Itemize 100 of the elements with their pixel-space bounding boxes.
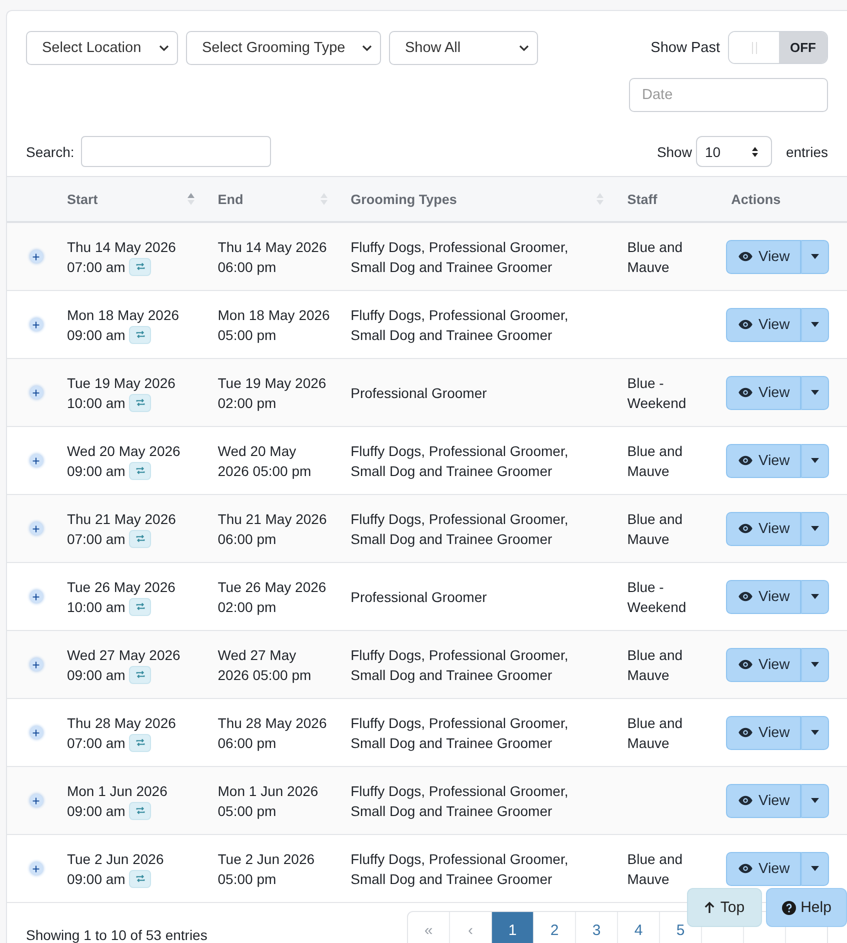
date-field[interactable]: Date [629,78,828,112]
page-link[interactable]: 3 [592,922,601,938]
dropdown[interactable]: Select Grooming Type [186,31,381,65]
grooming-types: Professional Groomer [350,588,487,604]
page-link[interactable]: 2 [550,922,559,938]
grooming-types: Fluffy Dogs, Professional Groomer, Small Dog and Trainee Groomer [350,714,568,750]
caret-icon [811,798,820,803]
end-datetime: Mon 1 Jun 2026 05:00 pm [218,782,318,818]
view-button[interactable]: View [726,308,802,342]
column-header[interactable]: Staff [627,192,658,206]
dropdown-toggle-button[interactable] [801,716,830,750]
expand-icon[interactable] [30,250,43,263]
start-time: 09:00 am [66,870,126,888]
grooming-types: Fluffy Dogs, Professional Groomer, Small Dog and Trainee Groomer [350,782,568,818]
page-link[interactable]: 1 [492,912,533,943]
spinner-arrows-icon [750,146,759,158]
search-field[interactable] [81,136,272,167]
caret-icon [811,730,820,735]
dropdown-toggle-button[interactable] [801,852,830,886]
eye-icon [738,251,753,262]
start-time: 10:00 am [66,598,126,616]
end-datetime: Mon 18 May 2026 05:00 pm [218,306,330,342]
expand-icon[interactable] [30,318,43,331]
start-time: 09:00 am [66,802,126,820]
start-time: 09:00 am [66,462,126,480]
eye-icon [738,319,753,330]
staff-name: Blue and Mauve [627,442,683,478]
view-button[interactable]: View [726,648,802,682]
view-button[interactable]: View [726,512,802,546]
caret-icon [811,526,820,531]
staff-name: Blue and Mauve [627,510,683,546]
repeat-icon [129,666,152,684]
dropdown[interactable]: Show All [389,31,538,65]
start-date: Tue 19 May 2026 [66,374,176,390]
view-button[interactable]: View [726,376,802,410]
start-date: Wed 20 May 2026 [66,442,180,458]
eye-icon [738,591,753,602]
help-button[interactable]: Help [766,888,847,927]
arrow-up-icon [704,901,716,914]
dropdown-toggle-button[interactable] [801,308,830,342]
end-datetime: Tue 26 May 2026 02:00 pm [218,578,326,614]
repeat-icon [129,598,152,616]
column-header[interactable]: Actions [731,192,781,206]
top-button[interactable]: Top [687,888,762,927]
dropdown-toggle-button[interactable] [801,580,830,614]
expand-icon[interactable] [30,454,43,467]
column-header[interactable]: Start [66,192,98,206]
caret-icon [811,458,820,463]
page-link[interactable]: 4 [634,922,643,938]
chevron-icon [519,45,529,51]
view-button[interactable]: View [726,444,802,478]
view-button[interactable]: View [726,240,802,274]
expand-icon[interactable] [30,522,43,535]
repeat-icon [129,326,152,344]
dropdown[interactable]: Select Location [26,31,178,65]
caret-icon [811,594,820,599]
eye-icon [738,727,753,738]
eye-icon [738,659,753,670]
start-time: 10:00 am [66,394,126,412]
grooming-types: Fluffy Dogs, Professional Groomer, Small Dog and Trainee Groomer [350,850,568,886]
expand-icon[interactable] [30,386,43,399]
page-link[interactable]: 5 [676,922,685,938]
dropdown-toggle-button[interactable] [801,512,830,546]
end-datetime: Wed 20 May 2026 05:00 pm [218,442,312,478]
help-icon [782,900,796,914]
expand-icon[interactable] [30,590,43,603]
start-time: 07:00 am [66,734,126,752]
expand-icon[interactable] [30,862,43,875]
repeat-icon [129,258,152,276]
end-datetime: Tue 2 Jun 2026 05:00 pm [218,850,315,886]
show-past-toggle[interactable]: OFF [728,31,828,64]
dropdown-toggle-button[interactable] [801,444,830,478]
expand-icon[interactable] [30,726,43,739]
caret-icon [811,866,820,871]
expand-icon[interactable] [30,658,43,671]
dropdown-toggle-button[interactable] [801,648,830,682]
eye-icon [738,387,753,398]
grooming-types: Fluffy Dogs, Professional Groomer, Small Dog and Trainee Groomer [350,510,568,546]
dropdown-toggle-button[interactable] [801,784,830,818]
view-button[interactable]: View [726,784,802,818]
view-button[interactable]: View [726,716,802,750]
entries-label: entries [786,144,828,160]
expand-icon[interactable] [30,794,43,807]
start-time: 07:00 am [66,258,126,276]
dropdown-toggle-button[interactable] [801,376,830,410]
column-header[interactable]: Grooming Types [350,192,457,206]
eye-icon [738,863,753,874]
entries-dropdown[interactable]: 10 [696,136,772,167]
dropdown-toggle-button[interactable] [801,240,830,274]
chevron-icon [159,45,169,51]
repeat-icon [129,394,152,412]
view-button[interactable]: View [726,580,802,614]
grooming-types: Professional Groomer [350,384,487,400]
repeat-icon [129,462,152,480]
repeat-icon [129,530,152,548]
chevron-icon [362,45,372,51]
column-header[interactable]: End [218,192,244,206]
entries-info: Showing 1 to 10 of 53 entries [26,927,208,943]
view-button[interactable]: View [726,852,802,886]
start-date: Thu 21 May 2026 [66,510,176,526]
